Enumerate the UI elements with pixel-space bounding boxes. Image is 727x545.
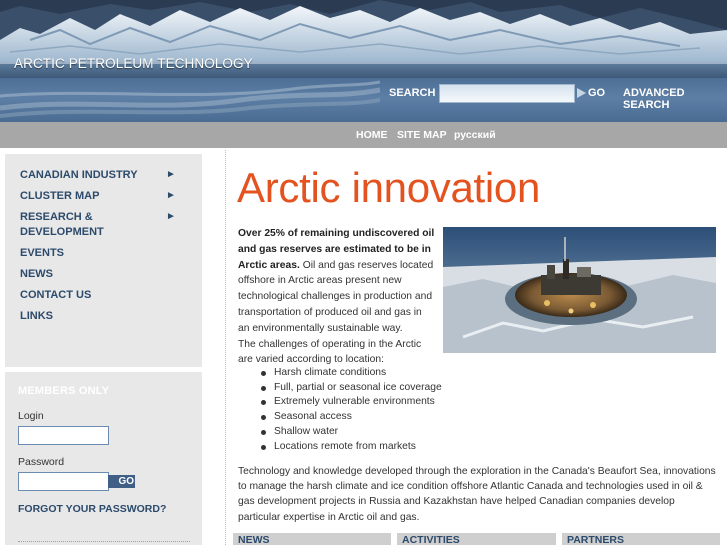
list-item: Seasonal access (258, 410, 442, 425)
login-go-button[interactable]: GO (108, 475, 135, 488)
search-input[interactable] (439, 84, 575, 103)
intro-challenges-text: The challenges of operating in the Arcti… (238, 338, 422, 366)
password-label: Password (18, 456, 65, 468)
list-item: Locations remote from markets (258, 440, 442, 455)
sidebar-item-research-line2[interactable]: DEVELOPMENT (20, 225, 104, 240)
members-login-panel: MEMBERS ONLY Login Password GO FORGOT YO… (5, 372, 202, 545)
sidebar-item-contact-us[interactable]: CONTACT US (20, 288, 91, 303)
members-title: MEMBERS ONLY (18, 385, 110, 397)
sidebar-item-links[interactable]: LINKS (20, 309, 53, 324)
password-input[interactable] (18, 472, 109, 491)
nav-sitemap-link[interactable]: SITE MAP (397, 129, 447, 141)
sidebar-menu: CANADIAN INDUSTRY ► CLUSTER MAP ► RESEAR… (5, 154, 202, 367)
list-item: Full, partial or seasonal ice coverage (258, 381, 442, 396)
sidebar: CANADIAN INDUSTRY ► CLUSTER MAP ► RESEAR… (0, 148, 226, 545)
tab-news[interactable]: NEWS (233, 533, 391, 545)
search-go-button[interactable]: GO (577, 85, 607, 101)
advanced-search-link[interactable]: ADVANCED SEARCH (623, 87, 727, 111)
sidebar-item-canadian-industry[interactable]: CANADIAN INDUSTRY (20, 168, 138, 183)
sidebar-item-cluster-map[interactable]: CLUSTER MAP (20, 189, 99, 204)
forgot-password-link[interactable]: FORGOT YOUR PASSWORD? (18, 503, 166, 515)
list-item: Extremely vulnerable environments (258, 395, 442, 410)
sidebar-item-research[interactable]: RESEARCH & (20, 210, 93, 225)
tab-partners[interactable]: PARTNERS (562, 533, 720, 545)
arrow-right-icon (577, 88, 586, 98)
chevron-right-icon: ► (166, 211, 176, 222)
page-title: Arctic innovation (237, 164, 541, 211)
list-item: Shallow water (258, 425, 442, 440)
nav-russian-link[interactable]: русский (454, 129, 496, 141)
top-navigation: HOME SITE MAP русский (0, 122, 727, 148)
sidebar-item-events[interactable]: EVENTS (20, 246, 64, 261)
challenges-list: Harsh climate conditions Full, partial o… (258, 366, 442, 454)
tab-activities[interactable]: ACTIVITIES (397, 533, 556, 545)
pipeline-decoration-icon (0, 80, 380, 118)
list-item: Harsh climate conditions (258, 366, 442, 381)
chevron-right-icon: ► (166, 169, 176, 180)
nav-home-link[interactable]: HOME (356, 129, 388, 141)
site-brand[interactable]: ARCTIC PETROLEUM TECHNOLOGY (14, 56, 253, 71)
search-go-label: GO (588, 87, 606, 99)
intro-text: Over 25% of remaining undiscovered oil a… (238, 226, 436, 368)
offshore-ice-platform-photo (443, 227, 716, 353)
login-input[interactable] (18, 426, 109, 445)
search-bar (0, 78, 727, 122)
body-paragraph: Technology and knowledge developed throu… (238, 466, 716, 523)
login-label: Login (18, 410, 44, 422)
header-banner: ARCTIC PETROLEUM TECHNOLOGY (0, 0, 727, 78)
chevron-right-icon: ► (166, 190, 176, 201)
panel-divider (18, 541, 190, 542)
sidebar-item-news[interactable]: NEWS (20, 267, 53, 282)
sidebar-divider (225, 150, 226, 545)
search-label: SEARCH (389, 87, 436, 99)
